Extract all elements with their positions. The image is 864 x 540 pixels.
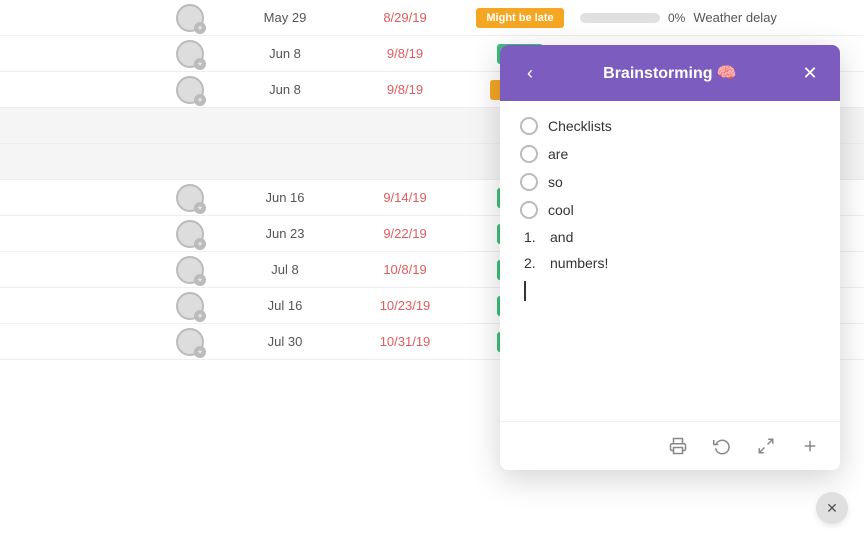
progress-label: Weather delay [693, 10, 777, 25]
col-red-date: 10/8/19 [350, 262, 460, 277]
col-date: Jun 23 [220, 226, 350, 241]
avatar [176, 256, 204, 284]
add-button[interactable] [796, 432, 824, 460]
avatar [176, 40, 204, 68]
checklist-item: are [520, 145, 820, 163]
col-avatar [160, 40, 220, 68]
checklist-item: Checklists [520, 117, 820, 135]
col-red-date: 9/22/19 [350, 226, 460, 241]
col-status: Might be late [460, 8, 580, 28]
resize-button[interactable] [752, 432, 780, 460]
history-button[interactable] [708, 432, 736, 460]
table-row: May 29 8/29/19 Might be late 0% Weather … [0, 0, 864, 36]
checkbox-are[interactable] [520, 145, 538, 163]
progress-percent: 0% [668, 11, 685, 25]
col-avatar [160, 4, 220, 32]
col-date: Jul 30 [220, 334, 350, 349]
print-button[interactable] [664, 432, 692, 460]
checklist-text-are: are [548, 146, 568, 162]
col-date: Jul 16 [220, 298, 350, 313]
modal-title: Brainstorming 🧠 [544, 63, 796, 83]
col-avatar [160, 256, 220, 284]
modal-close-button[interactable]: ✕ [796, 59, 824, 87]
col-date: May 29 [220, 10, 350, 25]
col-red-date: 10/31/19 [350, 334, 460, 349]
checklist-item: so [520, 173, 820, 191]
col-red-date: 9/8/19 [350, 82, 460, 97]
col-progress: 0% Weather delay [580, 10, 780, 25]
numbered-label-2: 2. [524, 255, 544, 271]
numbered-label-1: 1. [524, 229, 544, 245]
checklist-item: cool [520, 201, 820, 219]
col-red-date: 9/8/19 [350, 46, 460, 61]
avatar [176, 76, 204, 104]
text-cursor [524, 281, 526, 301]
checklist-text-so: so [548, 174, 563, 190]
col-avatar [160, 292, 220, 320]
close-icon: ✕ [826, 500, 838, 517]
avatar [176, 328, 204, 356]
numbered-item: 1. and [524, 229, 820, 245]
col-date: Jul 8 [220, 262, 350, 277]
col-avatar [160, 184, 220, 212]
checkbox-checklists[interactable] [520, 117, 538, 135]
avatar [176, 220, 204, 248]
checklist-text-checklists: Checklists [548, 118, 612, 134]
avatar [176, 4, 204, 32]
numbered-text-numbers: numbers! [550, 255, 608, 271]
numbered-item: 2. numbers! [524, 255, 820, 271]
avatar [176, 184, 204, 212]
col-avatar [160, 328, 220, 356]
brainstorm-modal: ‹ Brainstorming 🧠 ✕ Checklists are so co… [500, 45, 840, 470]
status-badge-might-be-late: Might be late [476, 8, 563, 28]
progress-bar [580, 13, 660, 23]
col-red-date: 9/14/19 [350, 190, 460, 205]
modal-header: ‹ Brainstorming 🧠 ✕ [500, 45, 840, 101]
col-avatar [160, 220, 220, 248]
modal-footer [500, 421, 840, 470]
bottom-close-button[interactable]: ✕ [816, 492, 848, 524]
col-avatar [160, 76, 220, 104]
checkbox-so[interactable] [520, 173, 538, 191]
col-date: Jun 16 [220, 190, 350, 205]
numbered-text-and: and [550, 229, 573, 245]
checkbox-cool[interactable] [520, 201, 538, 219]
checklist-text-cool: cool [548, 202, 574, 218]
modal-back-button[interactable]: ‹ [516, 59, 544, 87]
col-date: Jun 8 [220, 46, 350, 61]
avatar [176, 292, 204, 320]
col-red-date: 8/29/19 [350, 10, 460, 25]
modal-body: Checklists are so cool 1. and 2. number [500, 101, 840, 421]
col-date: Jun 8 [220, 82, 350, 97]
col-red-date: 10/23/19 [350, 298, 460, 313]
